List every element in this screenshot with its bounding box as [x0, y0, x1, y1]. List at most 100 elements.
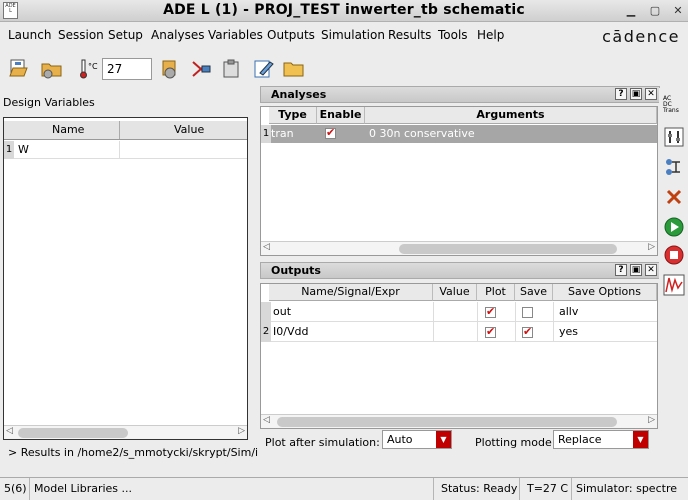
- menu-tools[interactable]: Tools: [438, 28, 468, 42]
- horizontal-scrollbar[interactable]: ◁ ▷: [261, 414, 657, 428]
- right-toolbar: AC DC Trans: [659, 88, 688, 478]
- delete-icon[interactable]: [663, 186, 685, 208]
- temperature-input[interactable]: 27: [102, 58, 152, 80]
- horizontal-scrollbar[interactable]: ◁ ▷: [4, 425, 247, 439]
- menu-setup[interactable]: Setup: [108, 28, 143, 42]
- cadence-logo: cādence: [602, 27, 680, 46]
- clipboard-icon[interactable]: [220, 58, 244, 80]
- run-simulation-icon[interactable]: [663, 216, 685, 238]
- choose-analyses-icon[interactable]: AC DC Trans: [663, 96, 685, 118]
- model-libraries-status[interactable]: Model Libraries ...: [30, 478, 434, 500]
- scroll-left-icon[interactable]: ◁: [6, 426, 13, 436]
- scroll-right-icon[interactable]: ▷: [238, 426, 245, 436]
- edit-variables-icon[interactable]: [663, 126, 685, 148]
- simulator-status: Simulator: spectre: [576, 482, 677, 495]
- menu-results[interactable]: Results: [388, 28, 431, 42]
- analyses-panel-header: Analyses ? ▣ ✕: [260, 86, 660, 103]
- menu-simulation[interactable]: Simulation: [321, 28, 385, 42]
- status-bar: 5(6) Model Libraries ... Status: Ready T…: [0, 477, 688, 500]
- plotting-mode-select[interactable]: Replace ▼: [553, 430, 649, 449]
- float-icon[interactable]: ▣: [630, 88, 642, 100]
- menu-help[interactable]: Help: [477, 28, 504, 42]
- design-variables-label: Design Variables: [3, 96, 95, 109]
- row-number: 1: [261, 125, 271, 143]
- table-row[interactable]: out allv: [261, 302, 657, 322]
- scroll-right-icon[interactable]: ▷: [648, 415, 655, 425]
- column-name-header: Name: [52, 123, 85, 136]
- plotting-mode-label: Plotting mode:: [475, 436, 556, 449]
- table-row[interactable]: 1 tran 0 30n conservative: [261, 125, 657, 143]
- temperature-status: T=27 C: [520, 478, 572, 500]
- help-icon[interactable]: ?: [615, 264, 627, 276]
- scroll-right-icon[interactable]: ▷: [648, 242, 655, 252]
- temp-unit-label: °C: [88, 62, 98, 71]
- menu-analyses[interactable]: Analyses: [151, 28, 205, 42]
- analysis-type-cell[interactable]: tran: [271, 127, 317, 140]
- save-options-cell[interactable]: allv: [559, 305, 578, 318]
- stop-simulation-icon[interactable]: [663, 244, 685, 266]
- minimize-button[interactable]: ▁: [625, 5, 637, 17]
- load-state-icon[interactable]: [40, 58, 64, 80]
- menu-session[interactable]: Session: [58, 28, 104, 42]
- close-panel-icon[interactable]: ✕: [645, 264, 657, 276]
- plot-checkbox[interactable]: [485, 305, 496, 318]
- close-panel-icon[interactable]: ✕: [645, 88, 657, 100]
- scroll-left-icon[interactable]: ◁: [263, 242, 270, 252]
- scroll-left-icon[interactable]: ◁: [263, 415, 270, 425]
- trans-label: Trans: [663, 107, 679, 114]
- run-status: Status: Ready: [434, 478, 520, 500]
- plot-after-simulation-value: Auto: [387, 433, 413, 446]
- outputs-panel-header: Outputs ? ▣ ✕: [260, 262, 660, 279]
- horizontal-scrollbar[interactable]: ◁ ▷: [261, 241, 657, 255]
- outputs-title: Outputs: [271, 264, 321, 277]
- table-row[interactable]: 2 I0/Vdd yes: [261, 322, 657, 342]
- window-title: ADE L (1) - PROJ_TEST inwerter_tb schema…: [163, 2, 525, 18]
- chevron-down-icon[interactable]: ▼: [436, 431, 451, 448]
- analyses-title: Analyses: [271, 88, 327, 101]
- scrollbar-thumb[interactable]: [277, 417, 617, 427]
- column-value-header: Value: [174, 123, 205, 136]
- output-name-cell[interactable]: I0/Vdd: [273, 325, 308, 338]
- column-arguments-header: Arguments: [365, 107, 657, 124]
- maximize-button[interactable]: ▢: [649, 5, 661, 17]
- chevron-down-icon[interactable]: ▼: [633, 431, 648, 448]
- menu-variables[interactable]: Variables: [208, 28, 263, 42]
- close-window-button[interactable]: ✕: [672, 5, 684, 17]
- save-checkbox[interactable]: [522, 307, 533, 318]
- save-options-cell[interactable]: yes: [559, 325, 578, 338]
- enable-checkbox[interactable]: [325, 126, 336, 139]
- column-value-header: Value: [433, 284, 477, 301]
- open-state-icon[interactable]: [8, 58, 32, 80]
- menu-bar: Launch Session Setup Analyses Variables …: [0, 24, 688, 46]
- title-bar: ADE L ADE L (1) - PROJ_TEST inwerter_tb …: [0, 0, 688, 22]
- plot-checkbox[interactable]: [485, 325, 496, 338]
- outputs-table: Name/Signal/Expr Value Plot Save Save Op…: [260, 283, 658, 429]
- save-checkbox[interactable]: [522, 325, 533, 338]
- table-header: Name Value: [4, 121, 247, 140]
- analysis-arguments-cell[interactable]: 0 30n conservative: [369, 127, 475, 140]
- scrollbar-thumb[interactable]: [399, 244, 617, 254]
- row-number: 2: [261, 322, 271, 342]
- row-number: [261, 302, 271, 322]
- scrollbar-thumb[interactable]: [18, 428, 128, 438]
- output-name-cell[interactable]: out: [273, 305, 291, 318]
- open-folder-icon[interactable]: [282, 58, 306, 80]
- row-number: 1: [4, 141, 14, 159]
- float-icon[interactable]: ▣: [630, 264, 642, 276]
- plot-outputs-icon[interactable]: [663, 274, 685, 296]
- variable-name-cell[interactable]: W: [18, 143, 29, 156]
- edit-icon[interactable]: [252, 58, 276, 80]
- table-row[interactable]: 1 W: [4, 141, 247, 159]
- menu-outputs[interactable]: Outputs: [267, 28, 315, 42]
- plot-after-simulation-select[interactable]: Auto ▼: [382, 430, 452, 449]
- column-name-header: Name/Signal/Expr: [269, 284, 433, 301]
- netlist-connect-icon[interactable]: [663, 156, 685, 178]
- results-path: > Results in /home2/s_mmotycki/skrypt/Si…: [8, 446, 258, 459]
- menu-launch[interactable]: Launch: [8, 28, 51, 42]
- setup-icon[interactable]: [158, 58, 182, 80]
- column-save-header: Save: [515, 284, 553, 301]
- analyses-table: Type Enable Arguments 1 tran 0 30n conse…: [260, 106, 658, 256]
- help-icon[interactable]: ?: [615, 88, 627, 100]
- netlist-icon[interactable]: [190, 58, 214, 80]
- column-plot-header: Plot: [477, 284, 515, 301]
